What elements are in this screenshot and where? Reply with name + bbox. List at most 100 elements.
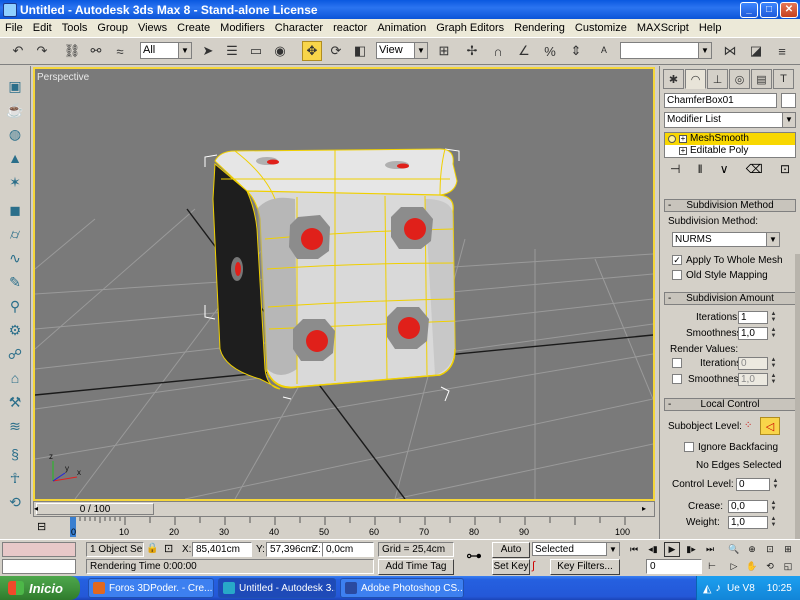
- maximize-viewport-icon[interactable]: ◱: [780, 559, 796, 574]
- menu-create[interactable]: Create: [172, 22, 215, 34]
- menu-help[interactable]: Help: [694, 22, 727, 34]
- make-unique-icon[interactable]: ∨: [720, 162, 729, 182]
- iterations-spinner[interactable]: ▲ ▼: [770, 311, 777, 324]
- crease-spinner[interactable]: ▲ ▼: [770, 500, 777, 513]
- render-smoothness-checkbox[interactable]: [672, 374, 682, 384]
- rollout-subdivision-method[interactable]: - Subdivision Method: [664, 199, 796, 212]
- z-coordinate-field[interactable]: 0,0cm: [322, 542, 374, 557]
- menu-maxscript[interactable]: MAXScript: [632, 22, 694, 34]
- modifier-stack[interactable]: + MeshSmooth + Editable Poly: [664, 132, 796, 158]
- menu-tools[interactable]: Tools: [57, 22, 93, 34]
- control-level-field[interactable]: 0: [736, 478, 770, 491]
- named-selection-dropdown[interactable]: ▼: [620, 42, 712, 59]
- time-slider-right-arrow[interactable]: ▸: [642, 504, 652, 513]
- key-mode-dropdown[interactable]: Selected ▼: [532, 542, 620, 556]
- lightbulb-icon[interactable]: [668, 135, 676, 143]
- mirror-icon[interactable]: ⋈: [720, 41, 740, 61]
- vertex-subobject-icon[interactable]: ⁘: [744, 420, 752, 431]
- gear-icon[interactable]: ⚙: [5, 320, 25, 340]
- dice-mesh[interactable]: [212, 148, 458, 390]
- stack-item-meshsmooth[interactable]: + MeshSmooth: [665, 133, 795, 145]
- select-link-icon[interactable]: ⛓: [62, 41, 82, 61]
- old-style-mapping-checkbox[interactable]: [672, 270, 682, 280]
- render-iterations-checkbox[interactable]: [672, 358, 682, 368]
- set-key-icon[interactable]: ⊶: [460, 546, 488, 570]
- object-name-field[interactable]: ChamferBox01: [664, 93, 777, 108]
- maxscript-input-mini[interactable]: [2, 559, 76, 574]
- field-of-view-icon[interactable]: ▷: [726, 559, 742, 574]
- layer-manager-icon[interactable]: ≡: [772, 41, 792, 61]
- create-tab-icon[interactable]: ✱: [663, 69, 684, 89]
- network-icon[interactable]: ◭: [703, 582, 711, 595]
- expand-icon[interactable]: +: [679, 147, 687, 155]
- smoothness-spinner[interactable]: ▲ ▼: [770, 327, 777, 340]
- auto-key-button[interactable]: Auto Key: [492, 542, 530, 569]
- undo-icon[interactable]: ↶: [8, 41, 28, 61]
- bind-space-warp-icon[interactable]: ≈: [110, 41, 130, 61]
- render-iterations-field[interactable]: 0: [738, 357, 768, 370]
- iterations-field[interactable]: 1: [738, 311, 768, 324]
- rollout-subdivision-amount[interactable]: - Subdivision Amount: [664, 292, 796, 305]
- angle-snap-icon[interactable]: ∠: [514, 41, 534, 61]
- x-coordinate-field[interactable]: 85,401cm: [192, 542, 252, 557]
- box-icon[interactable]: ◼: [5, 200, 25, 220]
- key-filters-button[interactable]: Key Filters...: [550, 559, 620, 575]
- selection-filter-dropdown[interactable]: All ▼: [140, 42, 192, 59]
- menu-reactor[interactable]: reactor: [328, 22, 372, 34]
- align-icon[interactable]: ◪: [746, 41, 766, 61]
- flow-icon[interactable]: ⟲: [5, 492, 25, 512]
- percent-snap-icon[interactable]: %: [540, 41, 560, 61]
- reference-coordinate-dropdown[interactable]: View ▼: [376, 42, 428, 59]
- pivot-center-icon[interactable]: ⊞: [434, 41, 454, 61]
- maximize-button[interactable]: □: [760, 1, 778, 18]
- system-icon[interactable]: ⌂: [5, 368, 25, 388]
- next-frame-icon[interactable]: ▮▸: [683, 542, 699, 557]
- key-tangent-icon[interactable]: ∫: [532, 560, 535, 572]
- subdivision-method-dropdown[interactable]: NURMS ▼: [672, 232, 780, 247]
- menu-animation[interactable]: Animation: [372, 22, 431, 34]
- weight-spinner[interactable]: ▲ ▼: [770, 516, 777, 529]
- control-level-spinner[interactable]: ▲ ▼: [772, 478, 779, 491]
- wave-icon[interactable]: ≋: [5, 416, 25, 436]
- motion-tab-icon[interactable]: ◎: [729, 69, 750, 89]
- sphere-icon[interactable]: ◍: [5, 124, 25, 144]
- arc-rotate-icon[interactable]: ⟲: [762, 559, 778, 574]
- show-end-result-icon[interactable]: ‖: [698, 162, 703, 182]
- start-button[interactable]: Inicio: [0, 576, 80, 600]
- pin-stack-icon[interactable]: ⊣: [670, 162, 680, 182]
- cylinder-icon[interactable]: ⌭: [5, 224, 25, 244]
- snaps-toggle-icon[interactable]: ∩: [488, 41, 508, 61]
- previous-frame-icon[interactable]: ◂▮: [645, 542, 661, 557]
- remove-modifier-icon[interactable]: ⌫: [746, 162, 763, 182]
- menu-customize[interactable]: Customize: [570, 22, 632, 34]
- bones-icon[interactable]: ☍: [5, 344, 25, 364]
- object-color-swatch[interactable]: [781, 93, 796, 108]
- set-key-button[interactable]: Set Key: [492, 559, 530, 575]
- utilities-tab-icon[interactable]: T: [773, 69, 794, 89]
- add-time-tag-button[interactable]: Add Time Tag: [378, 559, 454, 575]
- absolute-mode-icon[interactable]: ⊡: [164, 542, 173, 555]
- render-smoothness-field[interactable]: 1,0: [738, 373, 768, 386]
- spring-icon[interactable]: §: [5, 444, 25, 464]
- play-icon[interactable]: ▶: [664, 542, 680, 557]
- task-button-3dsmax[interactable]: Untitled - Autodesk 3...: [218, 578, 336, 598]
- menu-modifiers[interactable]: Modifiers: [215, 22, 270, 34]
- star-shape-icon[interactable]: ✶: [5, 172, 25, 192]
- render-iterations-spinner[interactable]: ▲ ▼: [770, 357, 777, 370]
- close-button[interactable]: ✕: [780, 1, 798, 18]
- window-crossing-icon[interactable]: ◉: [270, 41, 290, 61]
- language-indicator[interactable]: Ue V8: [727, 583, 755, 594]
- modifier-list-dropdown[interactable]: Modifier List ▼: [664, 112, 796, 128]
- mini-curve-editor-icon[interactable]: ⊟: [37, 520, 46, 533]
- task-button-firefox[interactable]: Foros 3DPoder. - Cre...: [88, 578, 214, 598]
- go-to-start-icon[interactable]: ⏮: [626, 542, 642, 557]
- zoom-all-icon[interactable]: ⊕: [744, 542, 760, 557]
- pan-icon[interactable]: ✋: [744, 559, 760, 574]
- redo-icon[interactable]: ↷: [32, 41, 52, 61]
- weight-field[interactable]: 1,0: [728, 516, 768, 529]
- zoom-icon[interactable]: 🔍: [726, 542, 742, 557]
- apply-whole-mesh-checkbox[interactable]: ✓: [672, 255, 682, 265]
- spline-icon[interactable]: ∿: [5, 248, 25, 268]
- hierarchy-tab-icon[interactable]: ⊥: [707, 69, 728, 89]
- menu-file[interactable]: File: [0, 22, 28, 34]
